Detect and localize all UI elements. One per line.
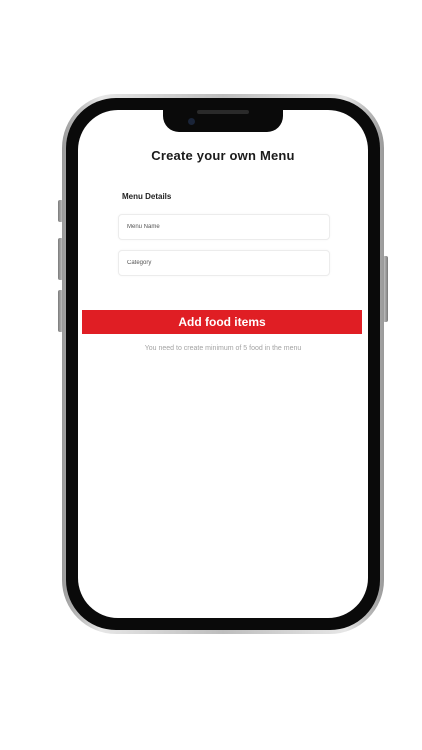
menu-name-input[interactable] xyxy=(118,214,330,240)
page-title: Create your own Menu xyxy=(151,148,295,163)
menu-details-label: Menu Details xyxy=(122,192,172,201)
add-food-items-button[interactable]: Add food items xyxy=(82,310,362,334)
mockup-stage: Create your own Menu Menu Details Add fo… xyxy=(0,0,422,750)
phone-bezel: Create your own Menu Menu Details Add fo… xyxy=(66,98,380,630)
minimum-food-helper-text: You need to create minimum of 5 food in … xyxy=(144,345,302,352)
front-camera-icon xyxy=(188,118,195,125)
category-input[interactable] xyxy=(118,250,330,276)
speaker-icon xyxy=(197,110,249,114)
app-screen: Create your own Menu Menu Details Add fo… xyxy=(78,110,368,618)
phone-frame: Create your own Menu Menu Details Add fo… xyxy=(62,94,384,634)
